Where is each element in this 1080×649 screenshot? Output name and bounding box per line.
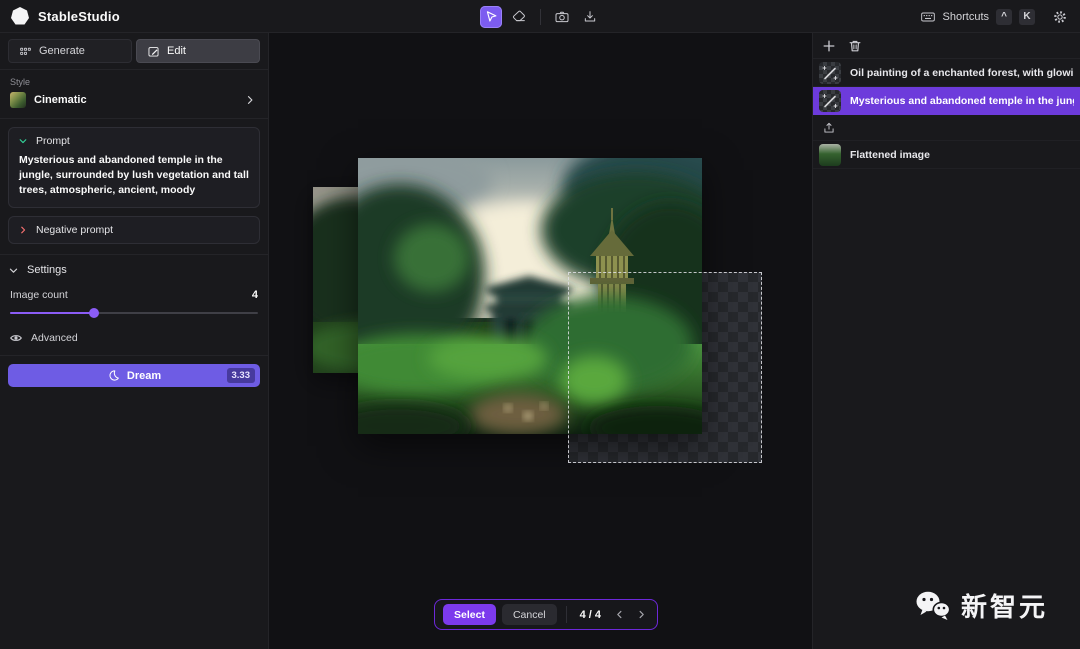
gear-icon bbox=[1054, 10, 1066, 23]
style-value: Cinematic bbox=[34, 94, 87, 106]
cancel-button[interactable]: Cancel bbox=[501, 604, 557, 625]
brand: StableStudio bbox=[0, 6, 270, 26]
canvas-toolbar bbox=[480, 0, 601, 33]
shortcuts-label[interactable]: Shortcuts bbox=[943, 11, 989, 23]
moon-icon bbox=[109, 370, 119, 381]
settings-header-label: Settings bbox=[27, 264, 67, 276]
negative-prompt-panel[interactable]: Negative prompt bbox=[8, 216, 260, 244]
select-tool-button[interactable] bbox=[480, 5, 502, 28]
prompt-header-label: Prompt bbox=[36, 135, 70, 147]
image-count-row: Image count 4 bbox=[0, 278, 268, 301]
generated-image-front[interactable] bbox=[313, 138, 753, 450]
cursor-icon bbox=[486, 11, 496, 22]
mode-tabs: Generate Edit bbox=[0, 33, 268, 70]
layer-row-flattened[interactable]: Flattened image bbox=[813, 141, 1080, 169]
settings-button[interactable] bbox=[1052, 9, 1068, 25]
advanced-label: Advanced bbox=[31, 332, 78, 344]
shortcut-key-k: K bbox=[1019, 8, 1035, 25]
watermark: 新智元 bbox=[915, 587, 1048, 624]
app-title: StableStudio bbox=[38, 8, 120, 24]
canvas[interactable]: Select Cancel 4 / 4 bbox=[269, 33, 812, 649]
chevron-right-icon bbox=[21, 226, 26, 234]
dream-button[interactable]: Dream 3.33 bbox=[8, 364, 260, 387]
slider-fill bbox=[10, 312, 95, 314]
select-button[interactable]: Select bbox=[443, 604, 496, 625]
edit-icon bbox=[148, 46, 159, 57]
chevron-left-icon bbox=[616, 610, 621, 619]
layer-thumbnail-checker bbox=[819, 89, 841, 112]
chevron-down-icon bbox=[19, 139, 27, 144]
chevron-down-icon bbox=[9, 268, 18, 273]
eye-icon bbox=[10, 335, 22, 341]
upload-icon bbox=[824, 122, 834, 133]
tab-edit[interactable]: Edit bbox=[136, 39, 260, 63]
prompt-panel: Prompt Mysterious and abandoned temple i… bbox=[8, 127, 260, 208]
dream-button-label: Dream bbox=[126, 369, 162, 382]
layer-thumbnail-image bbox=[819, 143, 841, 166]
wechat-icon bbox=[916, 591, 951, 620]
image-count-value: 4 bbox=[251, 289, 258, 301]
selection-action-bar: Select Cancel 4 / 4 bbox=[434, 599, 659, 630]
image-count-slider[interactable] bbox=[10, 308, 258, 318]
grid-icon bbox=[20, 47, 31, 55]
style-section[interactable]: Style Cinematic bbox=[0, 70, 268, 119]
layer-row-oil-painting[interactable]: Oil painting of a enchanted forest, with… bbox=[813, 59, 1080, 87]
layer-row-temple-selected[interactable]: Mysterious and abandoned temple in the j… bbox=[813, 87, 1080, 115]
magic-wand-icon bbox=[822, 93, 838, 108]
camera-icon bbox=[555, 11, 569, 22]
style-label: Style bbox=[10, 77, 31, 87]
next-image-button[interactable] bbox=[633, 604, 649, 625]
download-icon bbox=[584, 10, 596, 21]
download-tool-button[interactable] bbox=[579, 6, 601, 28]
advanced-toggle[interactable]: Advanced bbox=[0, 318, 268, 345]
image-count-label: Image count bbox=[10, 289, 68, 301]
style-thumbnail bbox=[10, 92, 26, 108]
watermark-text: 新智元 bbox=[960, 593, 1048, 623]
style-row[interactable]: Cinematic bbox=[10, 92, 258, 108]
layer-label: Mysterious and abandoned temple in the j… bbox=[850, 94, 1074, 107]
layer-label: Oil painting of a enchanted forest, with… bbox=[850, 66, 1074, 79]
prompt-header[interactable]: Prompt bbox=[9, 128, 259, 151]
layer-label: Flattened image bbox=[850, 148, 930, 161]
chevron-right-icon bbox=[639, 610, 644, 619]
trash-icon[interactable] bbox=[848, 39, 862, 53]
upload-row[interactable] bbox=[813, 115, 1080, 141]
pagination-indicator: 4 / 4 bbox=[579, 608, 602, 621]
divider bbox=[565, 606, 567, 623]
shortcut-key-ctrl: ^ bbox=[996, 8, 1012, 25]
stablestudio-app: StableStudio Shortcuts ^ K Generate Edit… bbox=[0, 0, 1080, 649]
topbar-right: Shortcuts ^ K bbox=[920, 0, 1080, 33]
negative-prompt-label: Negative prompt bbox=[36, 224, 114, 236]
tab-generate[interactable]: Generate bbox=[8, 39, 132, 63]
settings-header[interactable]: Settings bbox=[0, 255, 268, 278]
prompt-text[interactable]: Mysterious and abandoned temple in the j… bbox=[9, 151, 259, 207]
layer-thumbnail-checker bbox=[819, 61, 841, 84]
layers-header bbox=[813, 33, 1080, 59]
slider-thumb[interactable] bbox=[89, 308, 100, 318]
magic-wand-icon bbox=[822, 65, 838, 80]
add-layer-icon[interactable] bbox=[822, 39, 836, 53]
keyboard-icon bbox=[920, 12, 935, 21]
left-sidebar: Generate Edit Style Cinematic Prompt Mys… bbox=[0, 33, 269, 649]
divider bbox=[0, 355, 268, 356]
eraser-tool-button[interactable] bbox=[508, 6, 530, 28]
toolbar-divider bbox=[540, 8, 541, 25]
tab-generate-label: Generate bbox=[39, 45, 85, 57]
chevron-right-icon bbox=[247, 96, 253, 104]
layers-panel: Oil painting of a enchanted forest, with… bbox=[812, 33, 1080, 649]
negative-prompt-header[interactable]: Negative prompt bbox=[9, 217, 259, 243]
eraser-icon bbox=[512, 10, 525, 21]
snapshot-tool-button[interactable] bbox=[551, 6, 573, 28]
top-bar: StableStudio Shortcuts ^ K bbox=[0, 0, 1080, 33]
stablestudio-logo-icon bbox=[11, 7, 29, 25]
dream-cost-badge: 3.33 bbox=[226, 368, 255, 383]
tab-edit-label: Edit bbox=[167, 45, 186, 57]
previous-image-button[interactable] bbox=[611, 604, 627, 625]
